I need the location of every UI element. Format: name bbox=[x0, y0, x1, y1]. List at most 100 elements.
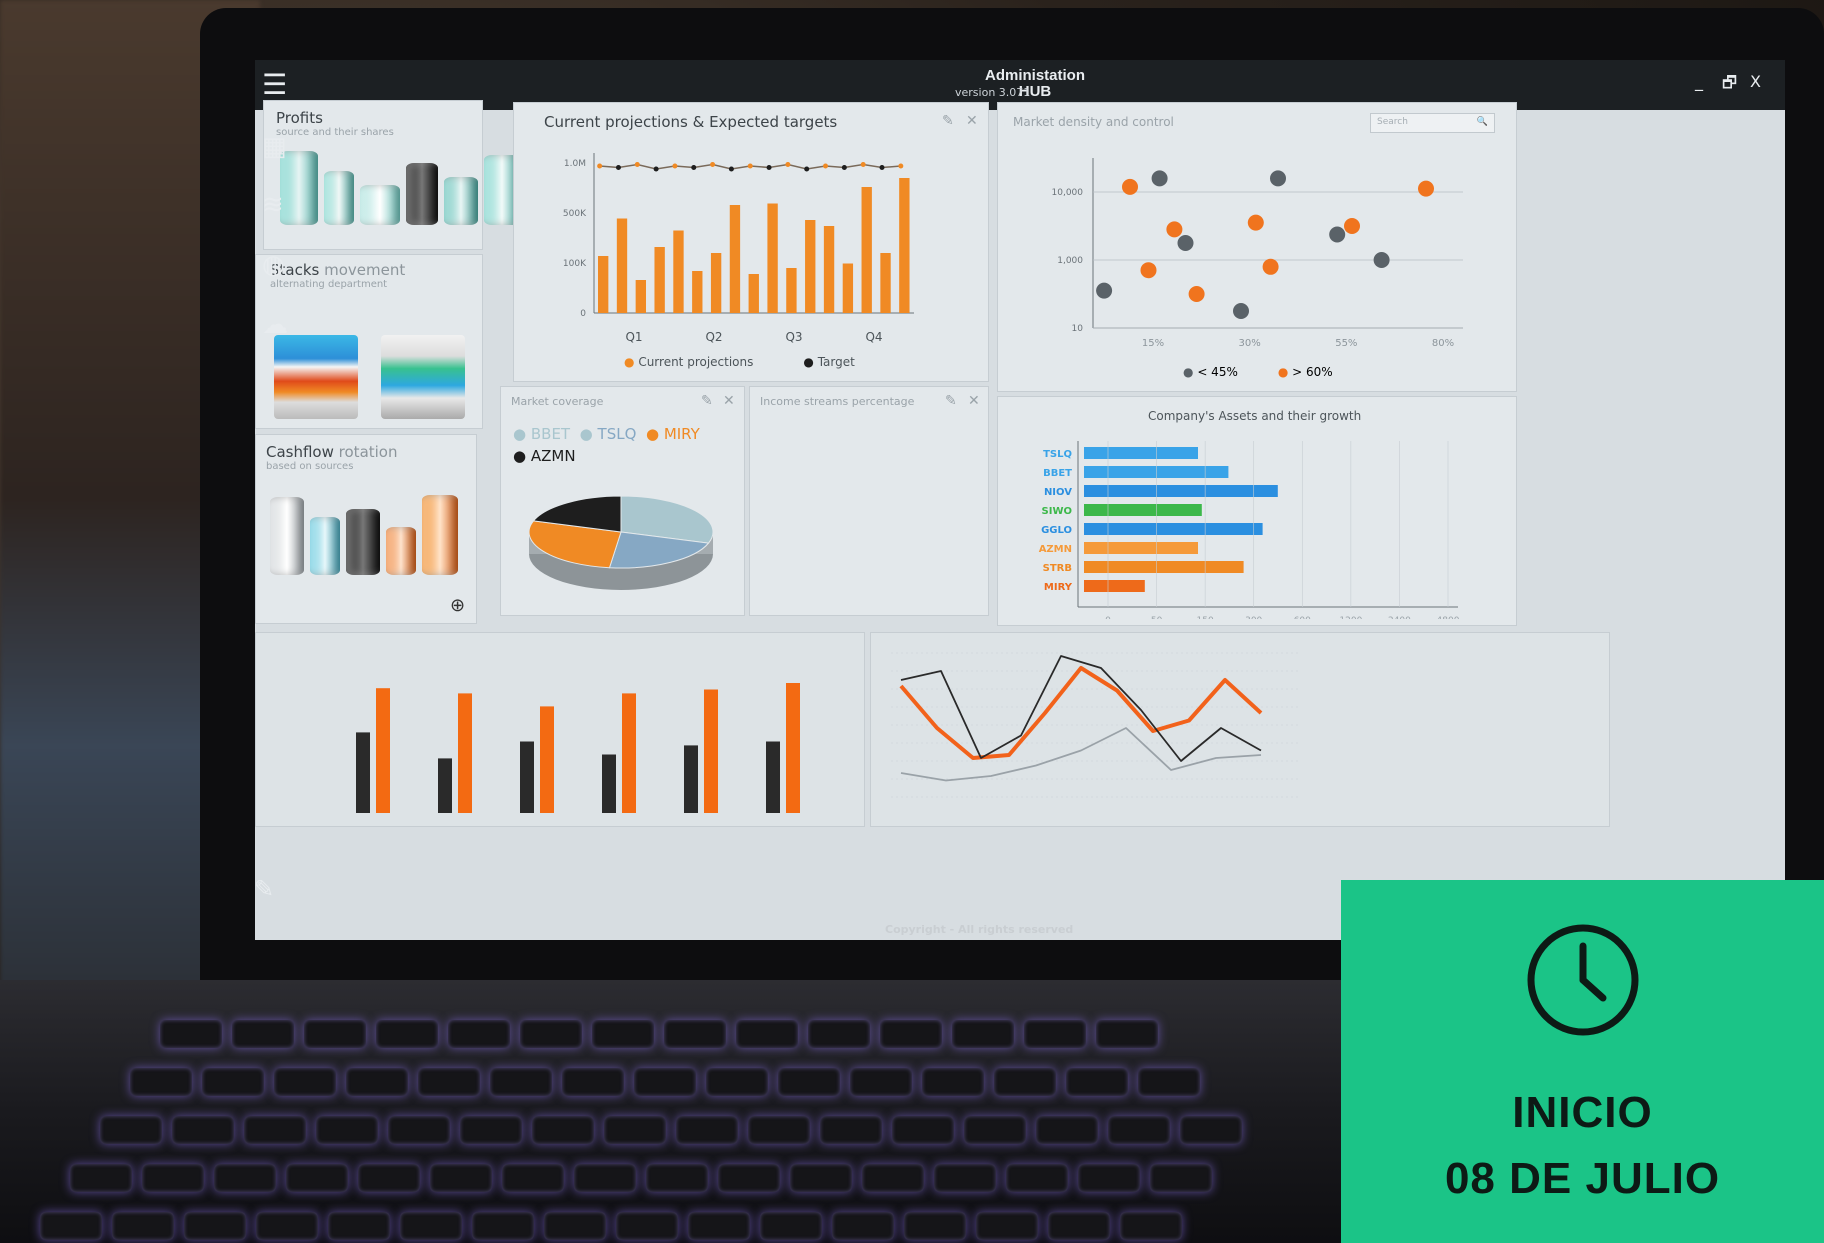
dark-bar bbox=[520, 741, 534, 813]
key bbox=[616, 1212, 678, 1240]
key bbox=[232, 1020, 294, 1048]
legend-current: ● Current projections bbox=[624, 355, 754, 369]
market-coverage-title: Market coverage bbox=[511, 395, 604, 408]
market-coverage-legend: ● BBET ● TSLQ ● MIRY ● AZMN bbox=[513, 425, 700, 465]
key bbox=[1150, 1164, 1212, 1192]
key bbox=[604, 1116, 666, 1144]
scatter-point bbox=[1140, 262, 1157, 279]
profits-cylinders bbox=[280, 151, 520, 225]
key bbox=[358, 1164, 420, 1192]
scatter-point bbox=[1247, 214, 1264, 231]
projection-bar bbox=[899, 178, 910, 313]
target-point bbox=[615, 165, 621, 170]
key bbox=[1024, 1020, 1086, 1048]
category-label: GGLO bbox=[1041, 525, 1072, 536]
asset-bar bbox=[1084, 466, 1229, 478]
key bbox=[574, 1164, 636, 1192]
scatter-point bbox=[1344, 218, 1360, 234]
edit-icon[interactable]: ✎ bbox=[945, 393, 957, 409]
key bbox=[286, 1164, 348, 1192]
close-panel-icon[interactable]: ✕ bbox=[966, 113, 978, 129]
close-panel-icon[interactable]: ✕ bbox=[968, 393, 980, 409]
key bbox=[1036, 1116, 1098, 1144]
key bbox=[214, 1164, 276, 1192]
scatter-point bbox=[1188, 286, 1205, 302]
asset-bar bbox=[1084, 447, 1198, 459]
key bbox=[892, 1116, 954, 1144]
cashflow-title-rest: rotation bbox=[338, 443, 398, 461]
category-label: NIOV bbox=[1044, 487, 1072, 498]
cylinder bbox=[324, 171, 354, 225]
key bbox=[880, 1020, 942, 1048]
scatter-point bbox=[1233, 303, 1249, 319]
restore-button[interactable]: 🗗 bbox=[1722, 72, 1737, 99]
search-input[interactable]: Search 🔍 bbox=[1370, 113, 1495, 133]
key bbox=[544, 1212, 606, 1240]
clock-icon bbox=[1527, 924, 1639, 1036]
target-point bbox=[672, 163, 678, 169]
key bbox=[976, 1212, 1038, 1240]
cloud-settings-icon[interactable]: ☁ bbox=[262, 310, 296, 344]
app-title: Administation HUB bbox=[905, 68, 1165, 100]
key bbox=[850, 1068, 912, 1096]
key bbox=[376, 1020, 438, 1048]
x-tick-label: Q1 bbox=[625, 330, 642, 343]
close-button[interactable]: X bbox=[1750, 72, 1761, 91]
key bbox=[418, 1068, 480, 1096]
projection-bar bbox=[635, 280, 646, 313]
market-density-panel: Market density and control Search 🔍 10 1,… bbox=[997, 102, 1517, 392]
key bbox=[760, 1212, 822, 1240]
category-label: AZMN bbox=[1039, 544, 1072, 555]
orange-bar bbox=[622, 693, 636, 813]
target-point bbox=[898, 163, 904, 169]
x-tick-label: 4800 bbox=[1437, 616, 1460, 619]
key bbox=[922, 1068, 984, 1096]
projections-panel: Current projections & Expected targets ✎… bbox=[513, 102, 989, 382]
minimize-button[interactable]: _ bbox=[1695, 72, 1703, 91]
edit-icon[interactable]: ✎ bbox=[701, 393, 713, 409]
legend-low-label: < 45% bbox=[1197, 365, 1238, 379]
layers-icon[interactable]: ≋ bbox=[262, 190, 296, 224]
key-row bbox=[100, 1116, 1242, 1144]
legend-high-label: > 60% bbox=[1292, 365, 1333, 379]
projections-legend: ● Current projections ● Target bbox=[624, 355, 855, 369]
key bbox=[1048, 1212, 1110, 1240]
projection-bar bbox=[616, 218, 628, 313]
assets-panel: Company's Assets and their growth TSLQ BB… bbox=[997, 396, 1517, 626]
target-point bbox=[691, 165, 697, 170]
close-panel-icon[interactable]: ✕ bbox=[723, 393, 735, 409]
key bbox=[634, 1068, 696, 1096]
stacks-title-rest: movement bbox=[324, 261, 406, 279]
key bbox=[1066, 1068, 1128, 1096]
market-density-title: Market density and control bbox=[1013, 115, 1174, 129]
scatter-point bbox=[1329, 226, 1346, 243]
key bbox=[964, 1116, 1026, 1144]
analytics-icon[interactable]: ▦ bbox=[262, 132, 296, 166]
target-point bbox=[785, 162, 791, 167]
series-line bbox=[899, 666, 1263, 760]
key bbox=[316, 1116, 378, 1144]
legend-low: ● < 45% bbox=[1183, 365, 1238, 379]
x-tick-label: 300 bbox=[1245, 616, 1262, 619]
y-tick-label: 500K bbox=[563, 209, 587, 219]
target-point bbox=[879, 165, 885, 170]
bottom-line-chart bbox=[891, 652, 1301, 798]
edit-external-icon[interactable]: ✎ bbox=[254, 875, 288, 909]
projection-bar bbox=[710, 253, 722, 313]
density-scatter-chart: 10 1,000 10,000 15% 30% 55% 80% bbox=[1052, 158, 1463, 349]
key bbox=[832, 1212, 894, 1240]
key bbox=[664, 1020, 726, 1048]
y-tick-label: 100K bbox=[563, 259, 587, 269]
edit-icon[interactable]: ✎ bbox=[942, 113, 954, 129]
dark-bar bbox=[602, 754, 616, 813]
add-icon[interactable]: ⊕ bbox=[450, 595, 465, 616]
menu-icon[interactable]: ☰ bbox=[262, 68, 296, 102]
scatter-point bbox=[1166, 221, 1183, 238]
globe-icon[interactable]: ◍ bbox=[262, 250, 296, 284]
key bbox=[1006, 1164, 1068, 1192]
target-point bbox=[597, 163, 603, 169]
orange-bar bbox=[376, 688, 390, 813]
x-tick-label: Q2 bbox=[705, 330, 722, 343]
legend-current-label: Current projections bbox=[638, 355, 754, 369]
cylinder bbox=[444, 177, 478, 225]
